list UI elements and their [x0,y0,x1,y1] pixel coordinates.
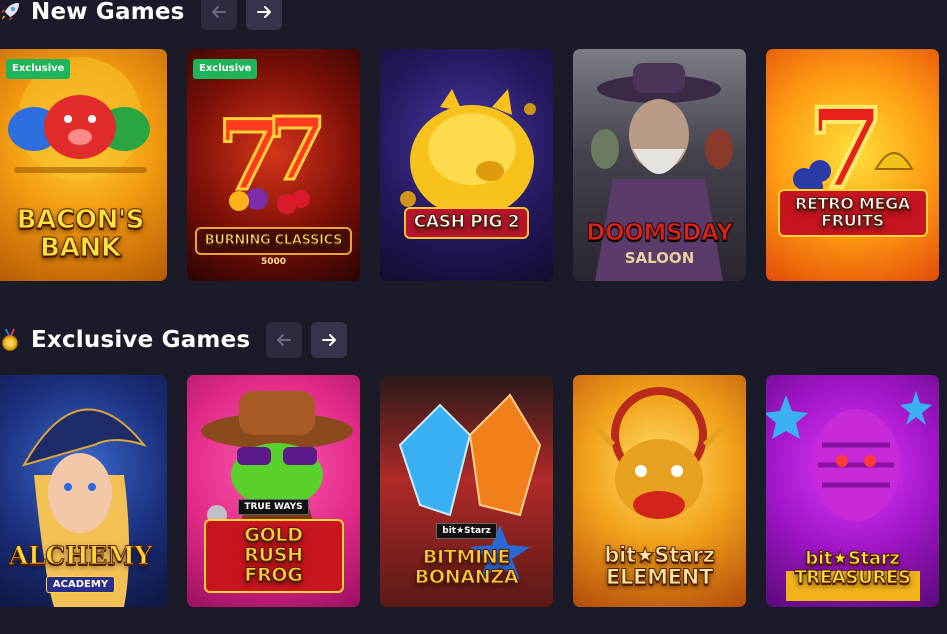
game-title: bit★Starz TREASURES [794,548,912,589]
game-title: bit★Starz ELEMENT [604,542,716,589]
rocket-icon [0,0,23,25]
game-card[interactable]: bit★Starz ELEMENT [573,375,746,607]
game-title-wrap: bit★Starz ELEMENT [573,539,746,593]
game-title-wrap: TRUE WAYS GOLD RUSH FROG [187,499,360,593]
exclusive-games-header: Exclusive Games [0,322,348,358]
prev-arrow-button[interactable] [200,0,237,30]
game-title: CASH PIG 2 [403,207,530,239]
game-tag: TRUE WAYS [238,499,309,516]
game-subtitle: ACADEMY [45,576,116,593]
game-title-wrap: BURNING CLASSICS 5000 [187,227,360,267]
section-title: New Games [31,0,185,25]
arrow-right-icon [256,6,271,18]
game-title: DOOMSDAY [586,219,734,246]
game-subtitle: SALOON [624,249,695,267]
game-card[interactable]: Exclusive BACON'S BANK [0,49,167,281]
svg-text:7: 7 [267,99,327,200]
game-title-wrap: ALCHEMY ACADEMY [0,538,167,593]
game-title: BACON'S BANK [16,205,145,263]
game-card[interactable]: 7 7 Exclusive BURNING CLASSICS 5000 [187,49,360,281]
game-title-wrap: BACON'S BANK [0,202,167,267]
exclusive-badge: Exclusive [6,59,71,79]
game-card[interactable]: bit★Starz BITMINE BONANZA [380,375,553,607]
new-games-header: New Games [0,0,282,30]
game-card[interactable]: bit★Starz TREASURES [766,375,939,607]
game-title-wrap: CASH PIG 2 [380,207,553,239]
game-title: GOLD RUSH FROG [203,519,344,593]
arrow-right-icon [322,334,337,346]
exclusive-badge: Exclusive [193,59,258,79]
carousel-arrows [200,0,282,30]
section-title: Exclusive Games [31,327,251,353]
game-card[interactable]: ALCHEMY ACADEMY [0,375,167,607]
game-title: RETRO MEGA FRUITS [777,189,928,237]
arrow-left-icon [211,6,226,18]
game-title: BURNING CLASSICS [194,227,353,255]
game-title-wrap: bit★Starz BITMINE BONANZA [380,523,553,593]
carousel-arrows [266,322,348,358]
game-title-wrap: DOOMSDAY SALOON [573,219,746,267]
game-title: BITMINE BONANZA [414,546,519,589]
game-title-wrap: RETRO MEGA FRUITS [766,189,939,237]
medal-icon [0,327,23,353]
game-card[interactable]: CASH PIG 2 [380,49,553,281]
game-thumbnail [380,49,553,281]
game-card[interactable]: 7 RETRO MEGA FRUITS [766,49,939,281]
game-carousel: ALCHEMY ACADEMY TRUE WAYS GOLD RUSH FROG… [0,375,947,607]
game-card[interactable]: TRUE WAYS GOLD RUSH FROG [187,375,360,607]
game-title: ALCHEMY [9,540,153,570]
next-arrow-button[interactable] [245,0,282,30]
game-thumbnail: 7 [766,49,939,281]
game-title-wrap: bit★Starz TREASURES [766,545,939,593]
next-arrow-button[interactable] [311,322,348,358]
prev-arrow-button[interactable] [266,322,303,358]
game-card[interactable]: DOOMSDAY SALOON [573,49,746,281]
game-tag: bit★Starz [436,523,497,540]
game-subtitle: 5000 [260,257,287,267]
arrow-left-icon [277,334,292,346]
game-carousel: Exclusive BACON'S BANK 7 7 Exclusive BUR… [0,49,947,281]
